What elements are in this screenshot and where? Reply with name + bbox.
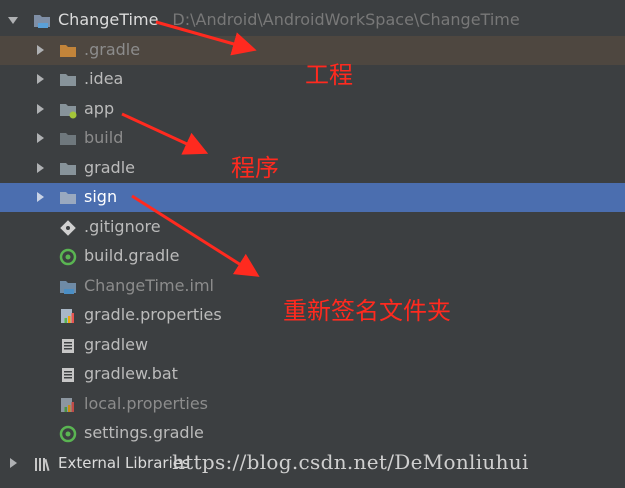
- annotation-resign-folder: 重新签名文件夹: [283, 297, 451, 325]
- arrow-to-resign-note: [131, 194, 260, 277]
- arrow-to-project-note: [155, 20, 257, 56]
- annotation-program: 程序: [231, 154, 279, 182]
- arrow-to-program-note: [121, 112, 209, 155]
- annotation-project: 工程: [305, 61, 353, 89]
- watermark: https://blog.csdn.net/DeMonliuhui: [172, 450, 529, 474]
